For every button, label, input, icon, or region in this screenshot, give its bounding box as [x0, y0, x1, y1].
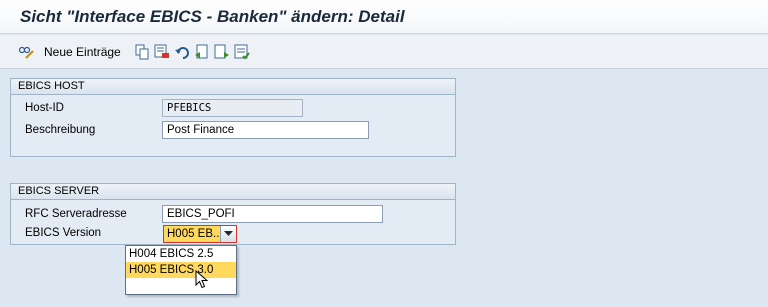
mouse-pointer-icon [195, 270, 209, 289]
ebics-version-dropdown-list: H004 EBICS 2.5 H005 EBICS 3.0 [125, 245, 237, 295]
description-label: Beschreibung [25, 124, 96, 136]
new-entries-button[interactable]: Neue Einträge [40, 43, 121, 61]
application-toolbar: Neue Einträge [0, 35, 768, 69]
rfc-server-field[interactable]: EBICS_POFI [162, 205, 383, 223]
ebics-version-value: H005 EB... [167, 228, 223, 240]
ebics-server-group-title: EBICS SERVER [11, 184, 455, 200]
dropdown-toggle-button[interactable] [220, 226, 236, 242]
previous-entry-button[interactable] [194, 43, 210, 61]
description-row: Beschreibung Post Finance [11, 121, 455, 140]
ebics-host-group-title: EBICS HOST [11, 79, 455, 95]
delete-button[interactable] [154, 43, 170, 61]
next-entry-button[interactable] [214, 43, 230, 61]
glasses-pen-icon [18, 46, 34, 59]
select-all-icon [234, 44, 250, 60]
copy-icon [135, 44, 149, 60]
dropdown-option-h004[interactable]: H004 EBICS 2.5 [126, 246, 236, 262]
new-entries-label: Neue Einträge [44, 45, 121, 59]
next-entry-icon [214, 44, 229, 59]
page-title: Sicht "Interface EBICS - Banken" ändern:… [20, 7, 405, 26]
title-bar: Sicht "Interface EBICS - Banken" ändern:… [0, 0, 768, 34]
copy-button[interactable] [134, 43, 150, 61]
rfc-server-label: RFC Serveradresse [25, 208, 127, 220]
undo-button[interactable] [174, 43, 190, 61]
chevron-down-icon [224, 231, 233, 236]
dropdown-option-h005[interactable]: H005 EBICS 3.0 [126, 262, 236, 278]
ebics-version-label: EBICS Version [25, 227, 102, 239]
rfc-server-row: RFC Serveradresse EBICS_POFI [11, 205, 455, 224]
ebics-host-group: EBICS HOST Host-ID PFEBICS Beschreibung … [10, 78, 456, 157]
delete-icon [154, 44, 169, 58]
display-change-button[interactable] [18, 43, 34, 61]
description-field[interactable]: Post Finance [162, 121, 369, 139]
undo-icon [175, 47, 189, 59]
select-all-button[interactable] [234, 43, 250, 61]
ebics-version-combobox[interactable]: H005 EB... [163, 225, 237, 243]
host-id-label: Host-ID [25, 102, 64, 114]
host-id-field[interactable]: PFEBICS [162, 99, 303, 117]
host-id-row: Host-ID PFEBICS [11, 99, 455, 118]
previous-entry-icon [195, 44, 208, 59]
